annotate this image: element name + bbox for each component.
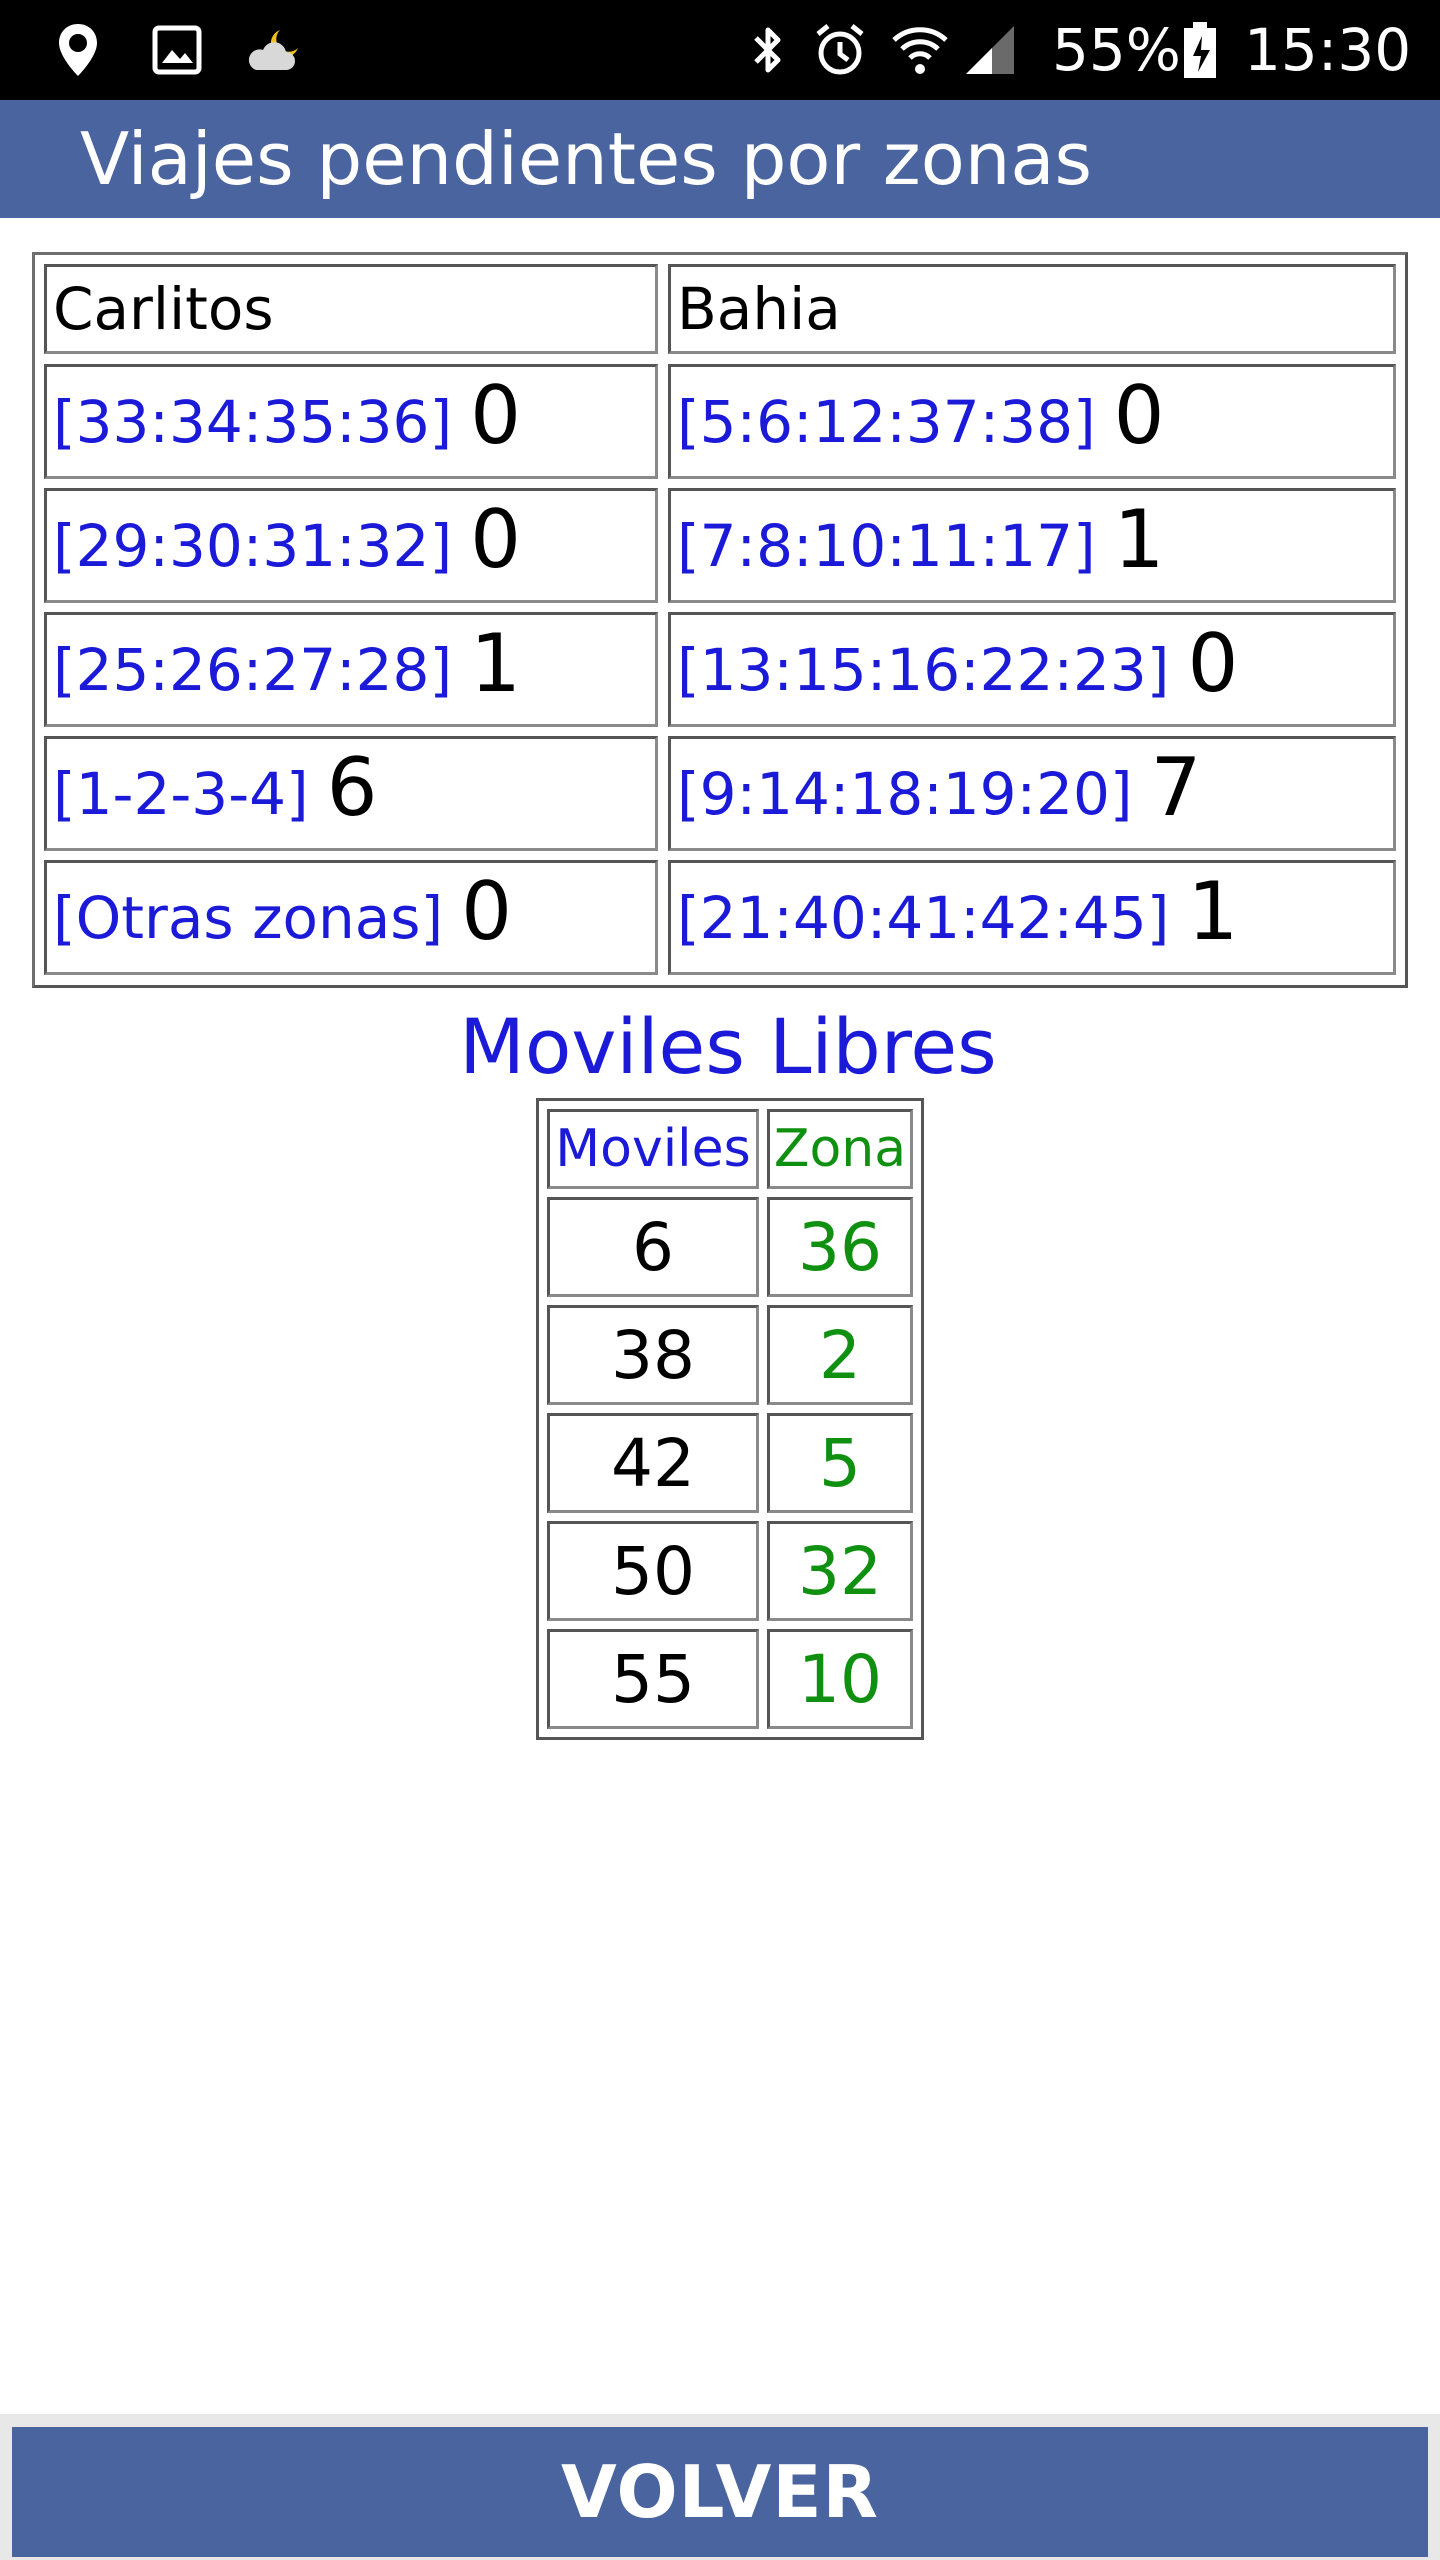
pending-count: 0 xyxy=(461,865,513,958)
pending-count: 7 xyxy=(1150,741,1202,834)
zone-column-header-bahia: Bahia xyxy=(668,264,1396,354)
wifi-icon xyxy=(890,22,950,78)
zone-link[interactable]: [1-2-3-4] xyxy=(53,760,309,828)
zone-cell: [21:40:41:42:45] 1 xyxy=(668,860,1396,975)
movil-number: 55 xyxy=(547,1629,759,1729)
zones-table: Carlitos Bahia [33:34:35:36] 0 [5:6:12:3… xyxy=(32,252,1408,988)
zone-cell: [9:14:18:19:20] 7 xyxy=(668,736,1396,851)
pending-count: 0 xyxy=(1187,617,1239,710)
movil-number: 38 xyxy=(547,1305,759,1405)
zone-link[interactable]: [7:8:10:11:17] xyxy=(677,512,1096,580)
pending-count: 1 xyxy=(1187,865,1239,958)
column-header-label: Carlitos xyxy=(53,275,274,343)
moviles-table: Moviles Zona 6 36 38 2 42 5 50 32 55 10 xyxy=(536,1098,924,1740)
zone-cell: [13:15:16:22:23] 0 xyxy=(668,612,1396,727)
gallery-icon xyxy=(152,22,202,78)
movil-zone: 2 xyxy=(767,1305,913,1405)
movil-zone: 10 xyxy=(767,1629,913,1729)
movil-zone: 32 xyxy=(767,1521,913,1621)
alarm-icon xyxy=(812,22,868,78)
battery-charging-icon xyxy=(1182,22,1218,78)
pending-count: 0 xyxy=(1113,369,1165,462)
battery-percent: 55% xyxy=(1052,16,1181,84)
zone-link[interactable]: [5:6:12:37:38] xyxy=(677,388,1096,456)
zone-link[interactable]: [9:14:18:19:20] xyxy=(677,760,1133,828)
volver-button[interactable]: VOLVER xyxy=(12,2427,1428,2557)
pending-count: 6 xyxy=(326,741,378,834)
weather-night-cloud-icon xyxy=(244,22,304,78)
zone-cell: [29:30:31:32] 0 xyxy=(44,488,658,603)
movil-number: 42 xyxy=(547,1413,759,1513)
zone-link[interactable]: [25:26:27:28] xyxy=(53,636,452,704)
status-bar: 55% 15:30 xyxy=(0,0,1440,100)
app-bar: Viajes pendientes por zonas xyxy=(0,100,1440,218)
column-header-label: Bahia xyxy=(677,275,841,343)
zone-cell: [7:8:10:11:17] 1 xyxy=(668,488,1396,603)
movil-number: 6 xyxy=(547,1197,759,1297)
pending-count: 1 xyxy=(470,617,521,710)
column-header-moviles: Moviles xyxy=(547,1109,759,1189)
movil-zone: 36 xyxy=(767,1197,913,1297)
location-icon xyxy=(56,22,100,78)
signal-icon xyxy=(962,22,1018,78)
zone-link[interactable]: [Otras zonas] xyxy=(53,884,443,952)
zone-cell: [25:26:27:28] 1 xyxy=(44,612,658,727)
bluetooth-icon xyxy=(748,22,788,78)
movil-number: 50 xyxy=(547,1521,759,1621)
zone-cell: [33:34:35:36] 0 xyxy=(44,364,658,479)
zone-link[interactable]: [29:30:31:32] xyxy=(53,512,452,580)
zone-link[interactable]: [21:40:41:42:45] xyxy=(677,884,1169,952)
pending-count: 0 xyxy=(470,369,521,462)
zone-link[interactable]: [33:34:35:36] xyxy=(53,388,452,456)
zone-cell: [1-2-3-4] 6 xyxy=(44,736,658,851)
zone-column-header-carlitos: Carlitos xyxy=(44,264,658,354)
movil-zone: 5 xyxy=(767,1413,913,1513)
pending-count: 0 xyxy=(470,493,521,586)
moviles-libres-title: Moviles Libres xyxy=(459,1002,997,1091)
zone-cell: [5:6:12:37:38] 0 xyxy=(668,364,1396,479)
clock-time: 15:30 xyxy=(1244,16,1412,84)
zone-cell: [Otras zonas] 0 xyxy=(44,860,658,975)
pending-count: 1 xyxy=(1113,493,1165,586)
zone-link[interactable]: [13:15:16:22:23] xyxy=(677,636,1169,704)
column-header-zona: Zona xyxy=(767,1109,913,1189)
page-title: Viajes pendientes por zonas xyxy=(80,117,1093,201)
